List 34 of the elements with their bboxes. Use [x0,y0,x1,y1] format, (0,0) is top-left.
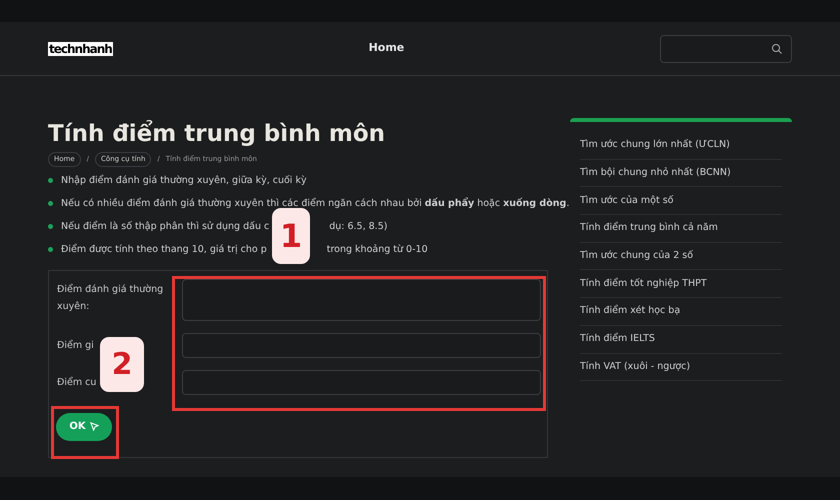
sidebar-link[interactable]: Tìm bội chung nhỏ nhất (BCNN) [580,160,782,188]
sidebar-link[interactable]: Tính điểm IELTS [580,326,782,354]
instruction-text: trong khoảng từ 0-10 [326,242,428,256]
instruction-text: Nếu có nhiều điểm đánh giá thường xuyên thì các điểm ngăn cách nhau bởi dấu phẩy hoặc xuống dòng. [61,196,570,210]
instruction-text: dụ: 6.5, 8.5) [329,220,388,234]
step-badge: 1 [272,208,310,264]
field-label: Điểm đánh giá thường xuyên: [57,284,164,312]
instruction-text: Nhập điểm đánh giá thường xuyên, giữa kỳ, cuối kỳ [61,174,307,188]
highlight-frame [51,406,119,459]
sidebar-link[interactable]: Tính điểm trung bình cả năm [580,215,782,243]
sidebar-link[interactable]: Tính VAT (xuôi - ngược) [580,354,782,382]
bullet-icon [48,224,53,229]
step-badge: 2 [100,337,144,392]
input-field[interactable] [182,332,541,358]
bullet-icon [48,247,53,252]
input-field[interactable] [182,278,541,320]
cursor-icon [90,422,99,431]
input-field[interactable] [182,370,541,394]
page-title: Tính điểm trung bình môn [48,120,386,148]
sidebar-link[interactable]: Tìm ước chung của 2 số [580,242,782,270]
nav-link[interactable]: Home [368,40,404,57]
sidebar-link[interactable]: Tính điểm xét học bạ [580,298,782,326]
field-label: Điểm gi [57,340,94,350]
instruction-text: Nếu điểm là số thập phân thì sử dụng dấu c [61,220,270,234]
bullet-icon [48,201,53,206]
logo[interactable]: technhanh [48,42,113,56]
sidebar-link[interactable]: Tìm ước của một số [580,187,782,216]
search-field[interactable] [660,34,792,62]
search-icon [771,42,783,54]
field-label: Điểm cu [57,376,96,388]
bullet-icon [48,178,53,183]
sidebar-link[interactable]: Tính điểm tốt nghiệp THPT [580,270,782,298]
instruction-text: Điểm được tính theo thang 10, giá trị cho p [61,242,267,256]
sidebar-link[interactable]: Tìm ước chung lớn nhất (ƯCLN) [580,132,782,160]
